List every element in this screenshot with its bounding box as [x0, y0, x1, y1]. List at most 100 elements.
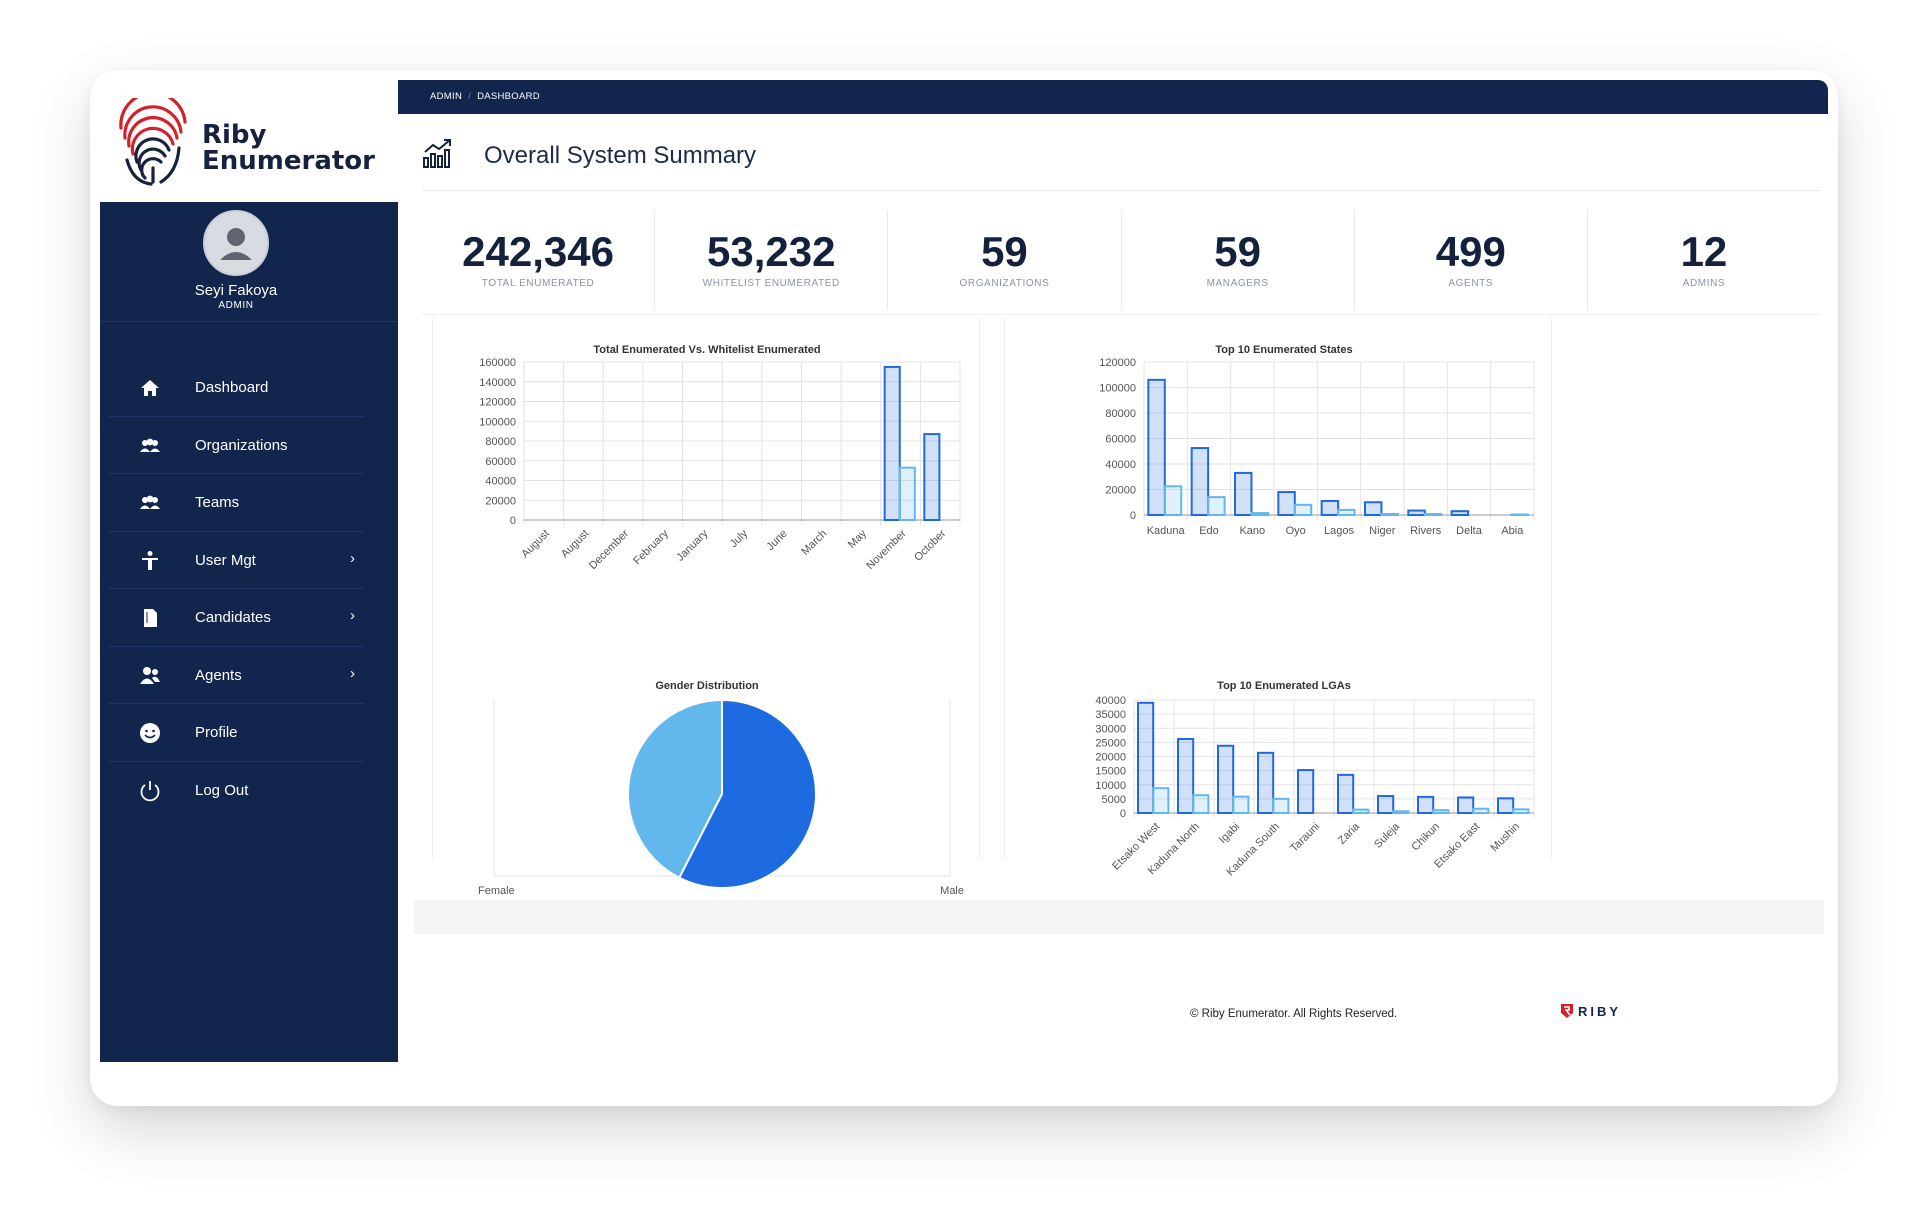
user-silhouette-icon [220, 228, 252, 260]
avatar[interactable] [203, 210, 269, 276]
x-tick-label: Tarauni [1288, 821, 1322, 855]
bar [1217, 744, 1235, 814]
bar-chart-enumerated: 0 20000 40000 60000 80000 100000 120000 140000 1… [479, 357, 961, 572]
bar [1364, 501, 1383, 516]
bar [1377, 795, 1395, 815]
user-role: ADMIN [218, 300, 254, 311]
bar [1250, 512, 1269, 516]
x-tick-label: Niger [1369, 525, 1396, 537]
y-tick-label: 40000 [485, 476, 516, 488]
bar [923, 433, 941, 521]
brand-logo[interactable]: Riby Enumerator [100, 80, 398, 212]
bar [1472, 807, 1490, 814]
sidebar: Seyi Fakoya ADMIN Dashboard Organization… [100, 202, 398, 1062]
y-tick-label: 60000 [485, 456, 516, 468]
bar [1497, 797, 1515, 814]
x-tick-label: Chikun [1409, 821, 1442, 854]
bar [1337, 773, 1355, 815]
sidebar-item-label: Candidates [195, 609, 271, 626]
bar [1207, 496, 1226, 516]
bar [1380, 512, 1399, 516]
x-tick-label: Lagos [1324, 525, 1354, 537]
bar [1192, 794, 1210, 814]
y-tick-label: 25000 [1095, 737, 1126, 749]
stat-value: 53,232 [707, 228, 836, 275]
bar [1137, 701, 1155, 815]
users-group-icon [140, 438, 160, 452]
bar [883, 365, 901, 521]
bar [1337, 508, 1356, 516]
bar [1177, 737, 1195, 814]
bar [1297, 769, 1315, 814]
breadcrumb-separator: / [468, 91, 472, 102]
sidebar-item-profile[interactable]: Profile [109, 704, 364, 762]
breadcrumb-root[interactable]: ADMIN [430, 91, 462, 102]
y-tick-label: 160000 [479, 357, 516, 369]
sidebar-item-teams[interactable]: Teams [109, 474, 364, 532]
bar [1272, 797, 1290, 814]
stat-card: 59 MANAGERS [1122, 210, 1355, 310]
footer-band [414, 900, 1824, 934]
x-tick-label: March [799, 528, 829, 558]
stat-value: 59 [981, 228, 1028, 275]
bar [1450, 510, 1470, 517]
x-tick-label: Kaduna [1147, 525, 1186, 537]
x-tick-label: Igabi [1217, 821, 1242, 846]
bar [1320, 499, 1340, 517]
user-panel: Seyi Fakoya ADMIN [100, 202, 398, 322]
breadcrumb: ADMIN / DASHBOARD [430, 91, 540, 102]
bar [1232, 795, 1250, 814]
sidebar-item-user-mgt[interactable]: User Mgt › [109, 532, 364, 589]
sidebar-item-label: Organizations [195, 436, 288, 454]
bar [1432, 809, 1450, 815]
bar-chart-lgas: 0 5000 10000 15000 20000 25000 30000 35000 40000… [1095, 695, 1535, 878]
stat-label: ORGANIZATIONS [959, 278, 1050, 289]
sidebar-item-label: Agents [195, 666, 242, 684]
sidebar-item-logout[interactable]: Log Out [109, 762, 364, 820]
footer-text: © Riby Enumerator. All Rights Reserved. [1190, 1008, 1398, 1020]
page-title: Overall System Summary [484, 142, 757, 169]
stat-label: TOTAL ENUMERATED [481, 278, 595, 289]
stat-label: ADMINS [1682, 278, 1726, 289]
divider [422, 314, 1820, 315]
x-tick-label: October [912, 527, 948, 563]
riby-shield-icon [1561, 1004, 1573, 1018]
y-tick-label: 60000 [1105, 434, 1136, 446]
chevron-right-icon: › [350, 607, 355, 624]
sidebar-item-label: User Mgt [195, 551, 256, 569]
x-tick-label: Abia [1501, 525, 1524, 537]
bar [1457, 796, 1475, 815]
x-tick-label: Mushin [1489, 821, 1523, 855]
breadcrumb-current: DASHBOARD [477, 91, 540, 102]
bar [1510, 513, 1529, 517]
x-tick-label: Delta [1456, 525, 1483, 537]
sidebar-item-dashboard[interactable]: Dashboard [109, 359, 364, 417]
x-tick-label: May [846, 527, 870, 551]
chevron-right-icon: › [350, 549, 355, 567]
bar [898, 466, 916, 521]
bar [1512, 808, 1530, 814]
sidebar-item-agents[interactable]: Agents › [109, 647, 364, 704]
smiley-icon [140, 723, 160, 743]
bar [1407, 509, 1426, 517]
sidebar-item-label: Log Out [195, 781, 249, 799]
sidebar-item-organizations[interactable]: Organizations [109, 417, 364, 474]
bar [1352, 808, 1370, 815]
y-tick-label: 140000 [479, 377, 516, 389]
y-tick-label: 120000 [1099, 357, 1136, 369]
stat-value: 12 [1680, 228, 1728, 275]
stat-card: 499 AGENTS [1355, 210, 1588, 310]
pie-label: Male [940, 885, 964, 897]
document-icon [144, 609, 157, 627]
x-tick-label: July [728, 527, 751, 550]
x-tick-label: Suleja [1372, 820, 1403, 851]
sidebar-nav: Dashboard Organizations Teams User Mgt › [109, 359, 364, 819]
sidebar-item-label: Profile [195, 724, 238, 741]
y-tick-label: 5000 [1102, 794, 1126, 806]
stat-label: MANAGERS [1206, 278, 1269, 289]
riby-logo[interactable]: RIBY [1560, 1003, 1621, 1019]
person-icon [142, 550, 158, 570]
x-tick-label: Zaria [1336, 820, 1363, 847]
sidebar-item-candidates[interactable]: Candidates › [109, 589, 364, 647]
stat-card: 242,346 TOTAL ENUMERATED [422, 210, 656, 310]
